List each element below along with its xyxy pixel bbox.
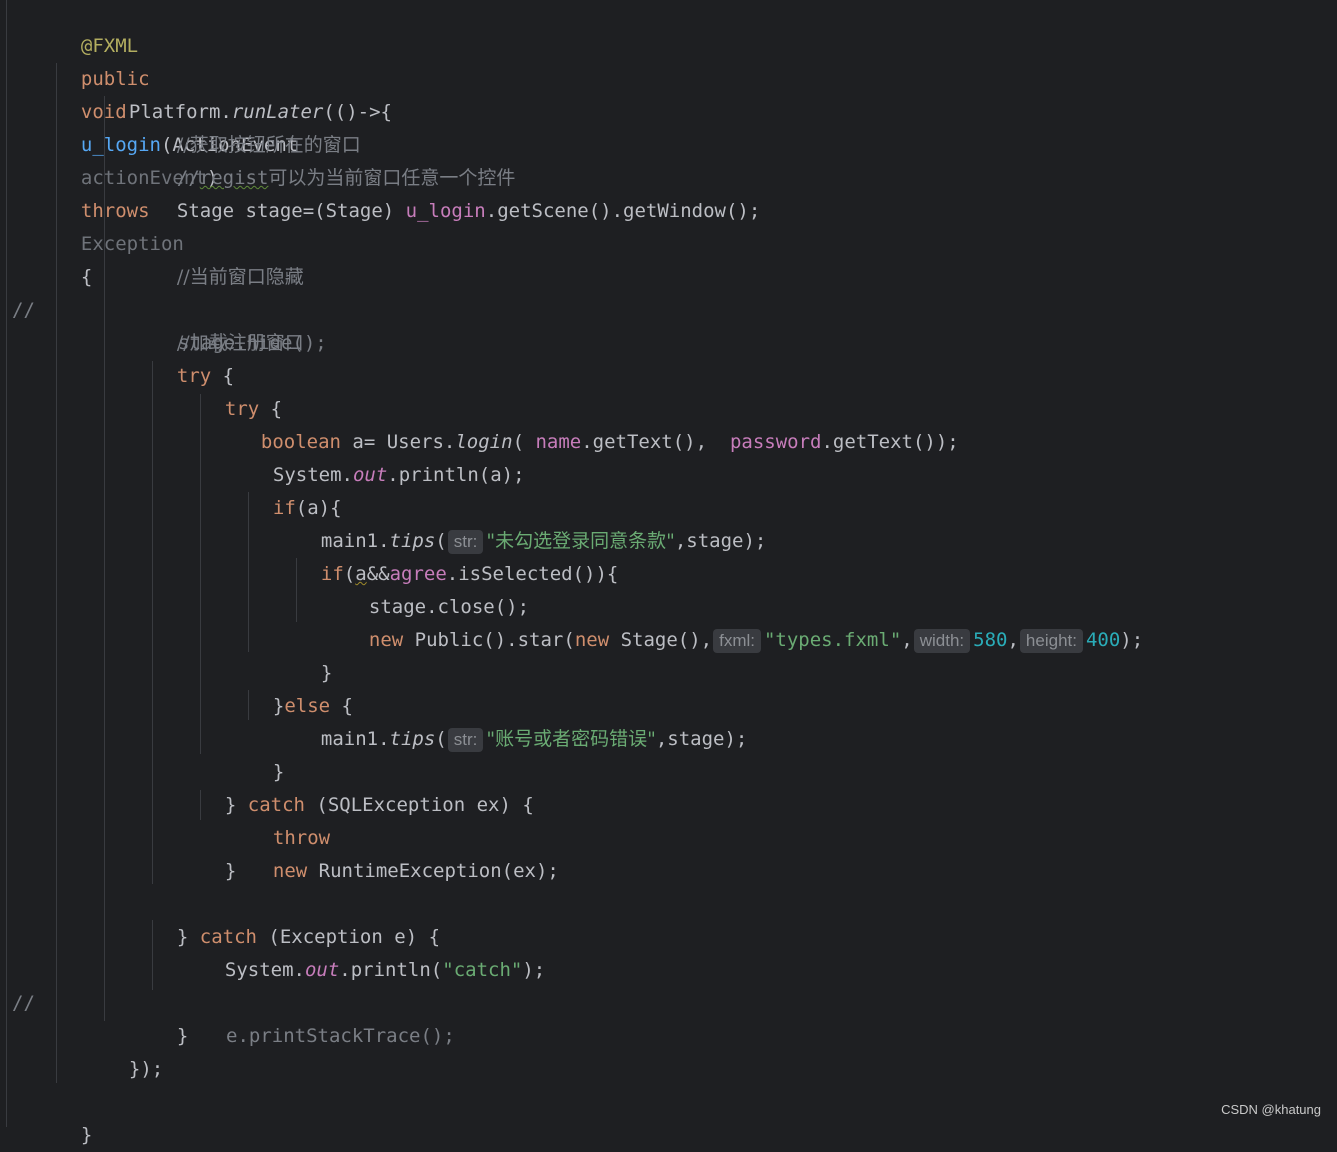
keyword: if — [320, 563, 344, 585]
code-line[interactable]: System.out.println(a); — [250, 426, 525, 486]
parameter-hint: str: — [447, 728, 484, 752]
string-literal: "账号或者密码错误" — [486, 728, 656, 750]
code-comment[interactable]: //加载注册窗口 — [154, 294, 304, 354]
parameter-hint: height: — [1019, 629, 1083, 653]
code-line[interactable]: } — [58, 1086, 92, 1146]
code-line[interactable]: try { — [154, 327, 234, 387]
indent-guide — [152, 920, 153, 990]
indent-guide — [152, 361, 153, 884]
method-name: u_login — [80, 134, 161, 156]
code-line[interactable]: if(a){ — [250, 459, 342, 519]
code-text: } — [176, 926, 200, 948]
string-literal: "types.fxml" — [763, 629, 902, 651]
code-text: Stage(), — [609, 629, 713, 651]
indent-guide — [248, 492, 249, 652]
code-line[interactable]: System.out.println("catch"); — [202, 921, 545, 981]
static-field: out — [304, 959, 340, 981]
code-line[interactable]: @FXML — [58, 0, 138, 57]
code-line[interactable]: boolean a= Users.login( name.getText(), … — [238, 393, 959, 453]
comment-marker: // — [12, 299, 35, 321]
code-text: , — [901, 629, 913, 651]
code-line[interactable]: if(a&&agree.isSelected()){ — [298, 525, 618, 585]
code-text: System. — [224, 959, 305, 981]
code-text: main1. — [320, 728, 390, 750]
code-line[interactable]: main1.tips(str: "账号或者密码错误",stage); — [298, 690, 747, 752]
number-literal: 400 — [1085, 629, 1121, 651]
code-text: , — [1007, 629, 1019, 651]
code-text: RuntimeException(ex); — [307, 860, 559, 882]
keyword: new — [368, 629, 404, 651]
method-call: tips — [389, 728, 436, 750]
code-line[interactable]: } — [298, 624, 332, 684]
keyword: new — [574, 629, 610, 651]
indent-guide — [56, 63, 57, 1083]
watermark: CSDN @khatung — [1221, 1102, 1321, 1117]
code-comment[interactable]: // e.printStackTrace(); — [0, 954, 455, 1047]
field-ref: name — [535, 431, 582, 453]
string-literal: "catch" — [442, 959, 523, 981]
code-text: .getText(), — [581, 431, 730, 453]
commented-code: e.printStackTrace(); — [226, 1025, 455, 1047]
code-line[interactable]: } catch (Exception e) { — [154, 888, 440, 948]
static-field: out — [352, 464, 388, 486]
code-line[interactable]: }); — [106, 1020, 163, 1080]
code-text: } — [80, 1124, 93, 1146]
code-text: } — [272, 695, 285, 717]
code-text: ,stage); — [674, 530, 767, 552]
code-comment[interactable]: // stage.hide(); — [0, 261, 327, 354]
code-text: { — [80, 266, 93, 288]
code-line[interactable]: } — [250, 723, 284, 783]
code-line[interactable]: }else { — [250, 657, 353, 717]
code-line[interactable]: new Public().star(new Stage(), fxml: "type… — [346, 591, 1143, 653]
code-line[interactable]: public void u_login(ActionEvent actionEv… — [58, 30, 298, 288]
parameter-hint: width: — [913, 629, 971, 653]
code-text: .println( — [339, 959, 443, 981]
code-text: ); — [1120, 629, 1144, 651]
code-text: .getText()); — [821, 431, 959, 453]
keyword: if — [272, 497, 296, 519]
comment-text: //当前窗口隐藏 — [176, 266, 304, 288]
code-line[interactable]: Stage stage=(Stage) u_login.getScene().g… — [154, 162, 760, 222]
code-line[interactable]: } — [202, 822, 236, 882]
code-line[interactable]: try { — [202, 360, 282, 420]
code-text: } — [224, 794, 248, 816]
code-text: ( — [435, 728, 447, 750]
indent-guide — [248, 690, 249, 720]
keyword: throw — [272, 827, 331, 849]
code-line[interactable]: main1.tips(str: "未勾选登录同意条款",stage); — [298, 492, 766, 554]
code-line[interactable]: throw new RuntimeException(ex); — [250, 789, 559, 882]
parameter-hint: fxml: — [713, 629, 761, 653]
code-comment[interactable]: //当前窗口隐藏 — [154, 228, 304, 288]
code-text: .println(a); — [387, 464, 525, 486]
code-comment[interactable]: //获取按钮所在的窗口 — [154, 96, 361, 156]
keyword: new — [272, 860, 308, 882]
code-text: } — [224, 860, 237, 882]
code-line[interactable]: Platform.runLater(()->{ — [106, 63, 392, 123]
indent-guide — [200, 790, 201, 820]
code-text: ); — [522, 959, 546, 981]
code-line[interactable]: stage.close(); — [346, 558, 529, 618]
field-ref: u_login — [405, 200, 486, 222]
code-text: }); — [128, 1058, 164, 1080]
code-line[interactable]: } catch (SQLException ex) { — [202, 756, 534, 816]
code-text: ,stage); — [655, 728, 748, 750]
code-text: Stage stage=(Stage) — [176, 200, 406, 222]
field-ref: password — [729, 431, 822, 453]
keyword: throws — [80, 200, 150, 222]
indent-guide — [296, 558, 297, 622]
code-comment[interactable]: //regist可以为当前窗口任意一个控件 — [154, 129, 516, 189]
code-text: .getScene().getWindow(); — [485, 200, 761, 222]
indent-guide — [200, 394, 201, 754]
number-literal: 580 — [973, 629, 1008, 651]
code-text: Public().star( — [403, 629, 575, 651]
comment-marker: // — [12, 992, 35, 1014]
code-text: } — [176, 1025, 189, 1047]
code-line[interactable]: } — [154, 987, 188, 1047]
